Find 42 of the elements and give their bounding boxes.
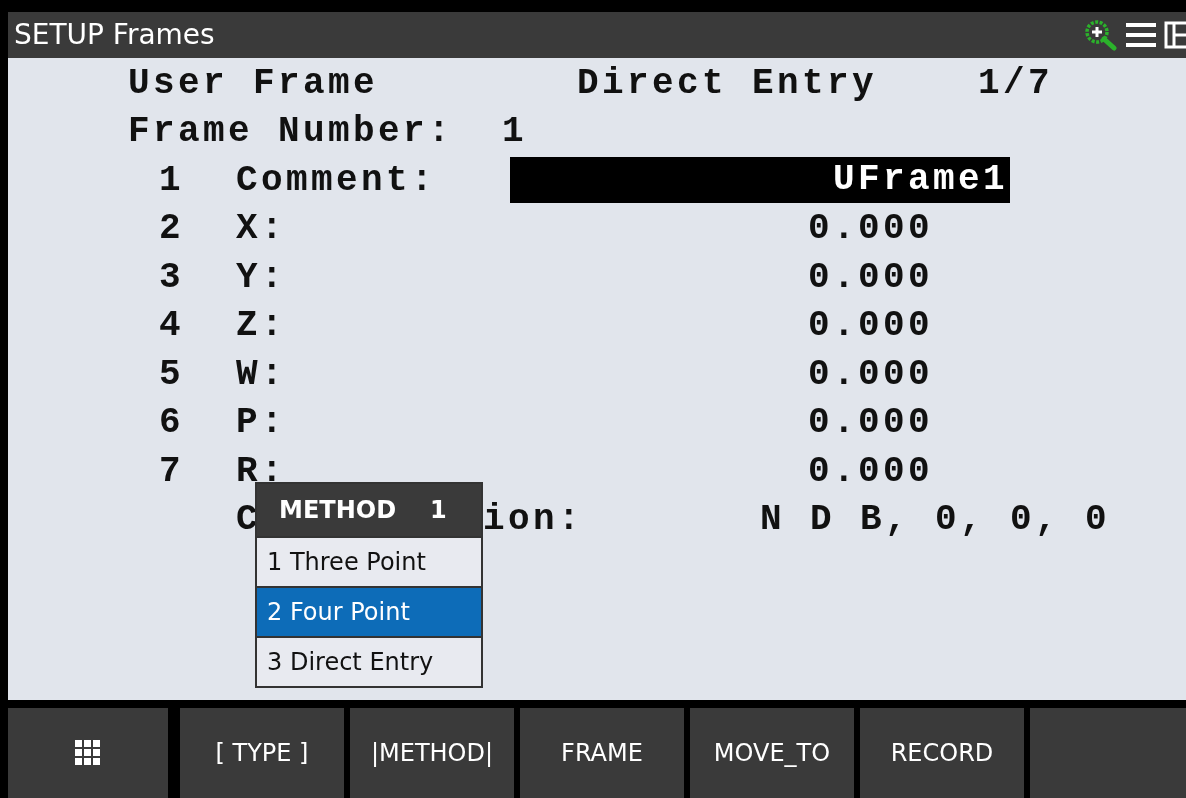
field-value[interactable]: 0.000 bbox=[807, 208, 933, 250]
method-label: Direct Entry bbox=[577, 62, 879, 104]
line-number: 2 bbox=[159, 208, 184, 250]
softkey[interactable]: FRAME bbox=[520, 708, 684, 798]
grid-icon bbox=[75, 740, 101, 767]
field-label: Z: bbox=[236, 305, 287, 347]
field-value[interactable]: 0.000 bbox=[807, 256, 933, 298]
field-label: W: bbox=[236, 353, 287, 395]
panel-layout-icon[interactable] bbox=[1164, 20, 1186, 49]
field-value[interactable]: 0.000 bbox=[807, 353, 933, 395]
softkey[interactable]: MOVE_TO bbox=[690, 708, 854, 798]
line-number: 5 bbox=[159, 353, 184, 395]
window-title: SETUP Frames bbox=[14, 18, 215, 52]
menu-softkey[interactable] bbox=[8, 708, 168, 798]
popup-title: METHOD bbox=[279, 495, 397, 524]
field-label-end: ion: bbox=[483, 499, 584, 541]
softkey[interactable]: |METHOD| bbox=[350, 708, 514, 798]
field-label: Y: bbox=[236, 256, 287, 298]
frame-type-label: User Frame bbox=[128, 62, 380, 104]
line-number: 4 bbox=[159, 305, 184, 347]
softkey[interactable]: [ TYPE ] bbox=[180, 708, 344, 798]
zoom-in-icon[interactable] bbox=[1084, 18, 1118, 51]
field-label: R: bbox=[236, 450, 287, 492]
field-label: X: bbox=[236, 208, 287, 250]
field-label: Comment: bbox=[236, 159, 438, 201]
frame-number-value: 1 bbox=[502, 111, 528, 153]
line-number: 6 bbox=[159, 402, 184, 444]
field-label: P: bbox=[236, 402, 287, 444]
menu-icon[interactable] bbox=[1126, 21, 1156, 48]
menu-item[interactable]: 2 Four Point bbox=[257, 585, 481, 636]
field-value: N D B, 0, 0, 0 bbox=[760, 499, 1111, 541]
field-value[interactable]: 0.000 bbox=[807, 450, 933, 492]
field-value[interactable]: 0.000 bbox=[807, 305, 933, 347]
line-number: 3 bbox=[159, 256, 184, 298]
selected-field-value[interactable]: UFrame1 bbox=[510, 157, 1010, 204]
page-indicator: 1/7 bbox=[978, 62, 1054, 104]
line-number: 7 bbox=[159, 450, 184, 492]
softkey[interactable]: RECORD bbox=[860, 708, 1024, 798]
frame-number-label: Frame Number: bbox=[128, 111, 455, 153]
popup-number: 1 bbox=[430, 495, 447, 524]
line-number: 1 bbox=[159, 159, 184, 201]
field-value[interactable]: 0.000 bbox=[807, 402, 933, 444]
